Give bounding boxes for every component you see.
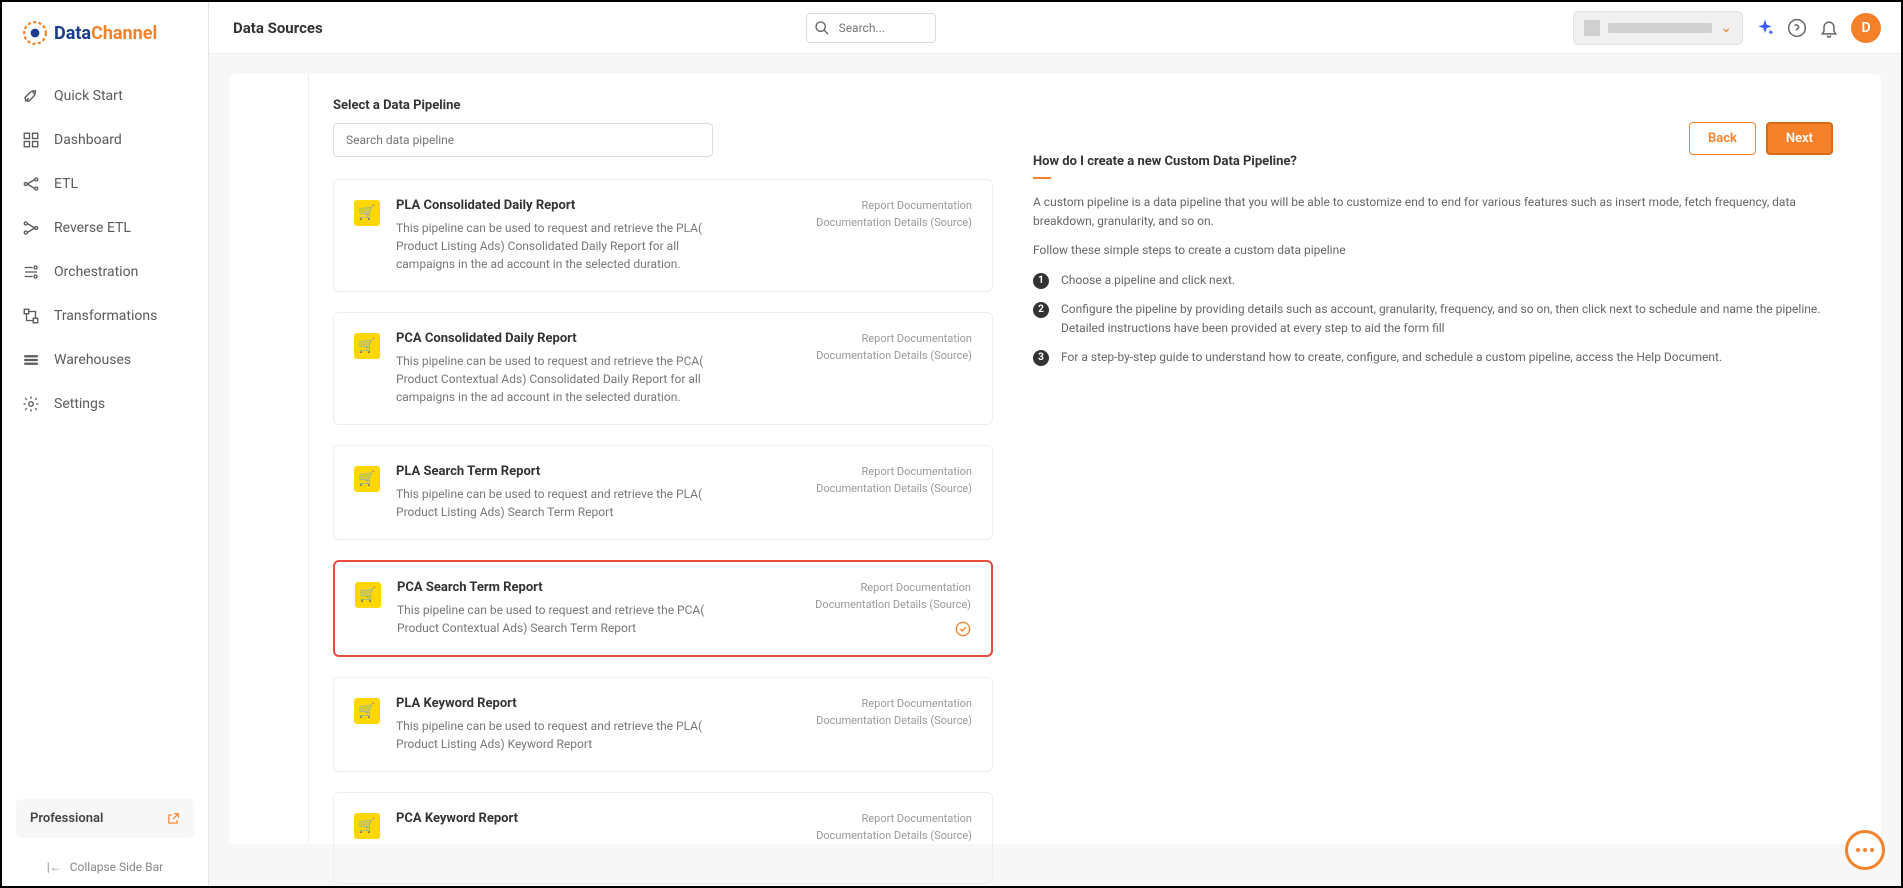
report-documentation-link[interactable]: Report Documentation bbox=[816, 696, 972, 713]
transformations-icon bbox=[22, 307, 40, 325]
plan-label: Professional bbox=[30, 811, 103, 826]
pipeline-desc: This pipeline can be used to request and… bbox=[396, 717, 726, 753]
step-number: 2 bbox=[1033, 302, 1049, 318]
sidebar-item-label: Orchestration bbox=[54, 264, 138, 280]
documentation-details-link[interactable]: Documentation Details (Source) bbox=[816, 713, 972, 730]
reverse-etl-icon bbox=[22, 219, 40, 237]
sidebar: DataChannel Quick Start Dashboard ETL Re… bbox=[2, 2, 209, 886]
sidebar-item-label: Warehouses bbox=[54, 352, 131, 368]
sidebar-item-label: Reverse ETL bbox=[54, 220, 131, 236]
documentation-details-link[interactable]: Documentation Details (Source) bbox=[816, 348, 972, 365]
sidebar-item-dashboard[interactable]: Dashboard bbox=[2, 118, 208, 162]
check-circle-icon bbox=[955, 621, 971, 637]
external-link-icon bbox=[166, 812, 180, 826]
help-divider bbox=[1033, 177, 1051, 179]
step-text: Configure the pipeline by providing deta… bbox=[1061, 300, 1857, 338]
orchestration-icon bbox=[22, 263, 40, 281]
panel-left-spacer bbox=[229, 74, 309, 844]
flipkart-icon: 🛒 bbox=[354, 813, 380, 839]
topbar: Data Sources ⌄ D bbox=[209, 2, 1901, 54]
sidebar-item-label: ETL bbox=[54, 176, 78, 192]
sidebar-item-settings[interactable]: Settings bbox=[2, 382, 208, 426]
gear-icon bbox=[22, 395, 40, 413]
account-icon bbox=[1584, 20, 1600, 36]
pipeline-search-input[interactable] bbox=[333, 123, 713, 157]
report-documentation-link[interactable]: Report Documentation bbox=[816, 331, 972, 348]
pipeline-desc: This pipeline can be used to request and… bbox=[396, 219, 726, 273]
pipeline-card[interactable]: 🛒 PLA Search Term Report This pipeline c… bbox=[333, 445, 993, 540]
global-search-wrap bbox=[806, 13, 936, 43]
step-number: 1 bbox=[1033, 273, 1049, 289]
report-documentation-link[interactable]: Report Documentation bbox=[816, 464, 972, 481]
documentation-details-link[interactable]: Documentation Details (Source) bbox=[816, 215, 972, 232]
report-documentation-link[interactable]: Report Documentation bbox=[816, 811, 972, 828]
sidebar-item-label: Settings bbox=[54, 396, 105, 412]
plan-badge[interactable]: Professional bbox=[16, 799, 194, 838]
warehouses-icon bbox=[22, 351, 40, 369]
sidebar-item-label: Quick Start bbox=[54, 88, 123, 104]
logo-icon bbox=[22, 20, 48, 46]
pipeline-card[interactable]: 🛒 PCA Consolidated Daily Report This pip… bbox=[333, 312, 993, 425]
sidebar-item-label: Dashboard bbox=[54, 132, 122, 148]
collapse-icon: |← bbox=[47, 860, 62, 874]
pipeline-desc: This pipeline can be used to request and… bbox=[396, 485, 726, 521]
sidebar-item-warehouses[interactable]: Warehouses bbox=[2, 338, 208, 382]
help-follow: Follow these simple steps to create a cu… bbox=[1033, 241, 1857, 260]
collapse-sidebar[interactable]: |← Collapse Side Bar bbox=[2, 848, 208, 886]
documentation-details-link[interactable]: Documentation Details (Source) bbox=[816, 481, 972, 498]
logo-text: DataChannel bbox=[54, 23, 157, 44]
sidebar-item-reverse-etl[interactable]: Reverse ETL bbox=[2, 206, 208, 250]
sidebar-item-transformations[interactable]: Transformations bbox=[2, 294, 208, 338]
pipeline-card[interactable]: 🛒 PCA Keyword Report Report Documentatio… bbox=[333, 792, 993, 884]
back-button[interactable]: Back bbox=[1689, 122, 1756, 155]
flipkart-icon: 🛒 bbox=[354, 333, 380, 359]
pipeline-card-selected[interactable]: 🛒 PCA Search Term Report This pipeline c… bbox=[333, 560, 993, 657]
documentation-details-link[interactable]: Documentation Details (Source) bbox=[816, 828, 972, 845]
next-button[interactable]: Next bbox=[1766, 122, 1833, 155]
pipeline-list: 🛒 PLA Consolidated Daily Report This pip… bbox=[333, 179, 993, 844]
main-panel: Select a Data Pipeline 🛒 PLA Consolidate… bbox=[229, 74, 1881, 844]
etl-icon bbox=[22, 175, 40, 193]
account-selector[interactable]: ⌄ bbox=[1573, 11, 1743, 45]
step-text: Choose a pipeline and click next. bbox=[1061, 271, 1235, 290]
flipkart-icon: 🛒 bbox=[354, 698, 380, 724]
flipkart-icon: 🛒 bbox=[354, 466, 380, 492]
chevron-down-icon: ⌄ bbox=[1720, 20, 1732, 36]
user-avatar[interactable]: D bbox=[1851, 13, 1881, 43]
bell-icon[interactable] bbox=[1819, 18, 1839, 38]
pipeline-desc: This pipeline can be used to request and… bbox=[397, 601, 727, 637]
chat-icon bbox=[1856, 848, 1874, 852]
documentation-details-link[interactable]: Documentation Details (Source) bbox=[815, 597, 971, 614]
help-title: How do I create a new Custom Data Pipeli… bbox=[1033, 154, 1857, 169]
pipeline-card[interactable]: 🛒 PLA Consolidated Daily Report This pip… bbox=[333, 179, 993, 292]
chat-fab[interactable] bbox=[1845, 830, 1885, 870]
collapse-label: Collapse Side Bar bbox=[70, 860, 164, 874]
step-number: 3 bbox=[1033, 350, 1049, 366]
pipeline-desc: This pipeline can be used to request and… bbox=[396, 352, 726, 406]
help-intro: A custom pipeline is a data pipeline tha… bbox=[1033, 193, 1857, 231]
sidebar-item-orchestration[interactable]: Orchestration bbox=[2, 250, 208, 294]
dashboard-icon bbox=[22, 131, 40, 149]
rocket-icon bbox=[22, 87, 40, 105]
page-title: Data Sources bbox=[233, 19, 323, 37]
report-documentation-link[interactable]: Report Documentation bbox=[815, 580, 971, 597]
help-steps: 1 Choose a pipeline and click next. 2 Conf… bbox=[1033, 271, 1857, 368]
help-icon[interactable] bbox=[1787, 18, 1807, 38]
brand-logo[interactable]: DataChannel bbox=[2, 2, 208, 64]
sparkle-icon[interactable] bbox=[1755, 18, 1775, 38]
flipkart-icon: 🛒 bbox=[354, 200, 380, 226]
sidebar-item-label: Transformations bbox=[54, 308, 157, 324]
sidebar-item-etl[interactable]: ETL bbox=[2, 162, 208, 206]
step-text: For a step-by-step guide to understand h… bbox=[1061, 348, 1722, 367]
sidebar-item-quick-start[interactable]: Quick Start bbox=[2, 74, 208, 118]
account-name-redacted bbox=[1608, 23, 1712, 33]
pipeline-card[interactable]: 🛒 PLA Keyword Report This pipeline can b… bbox=[333, 677, 993, 772]
search-icon bbox=[814, 20, 830, 36]
sidebar-nav: Quick Start Dashboard ETL Reverse ETL Or… bbox=[2, 64, 208, 799]
section-title: Select a Data Pipeline bbox=[333, 98, 993, 113]
report-documentation-link[interactable]: Report Documentation bbox=[816, 198, 972, 215]
flipkart-icon: 🛒 bbox=[355, 582, 381, 608]
